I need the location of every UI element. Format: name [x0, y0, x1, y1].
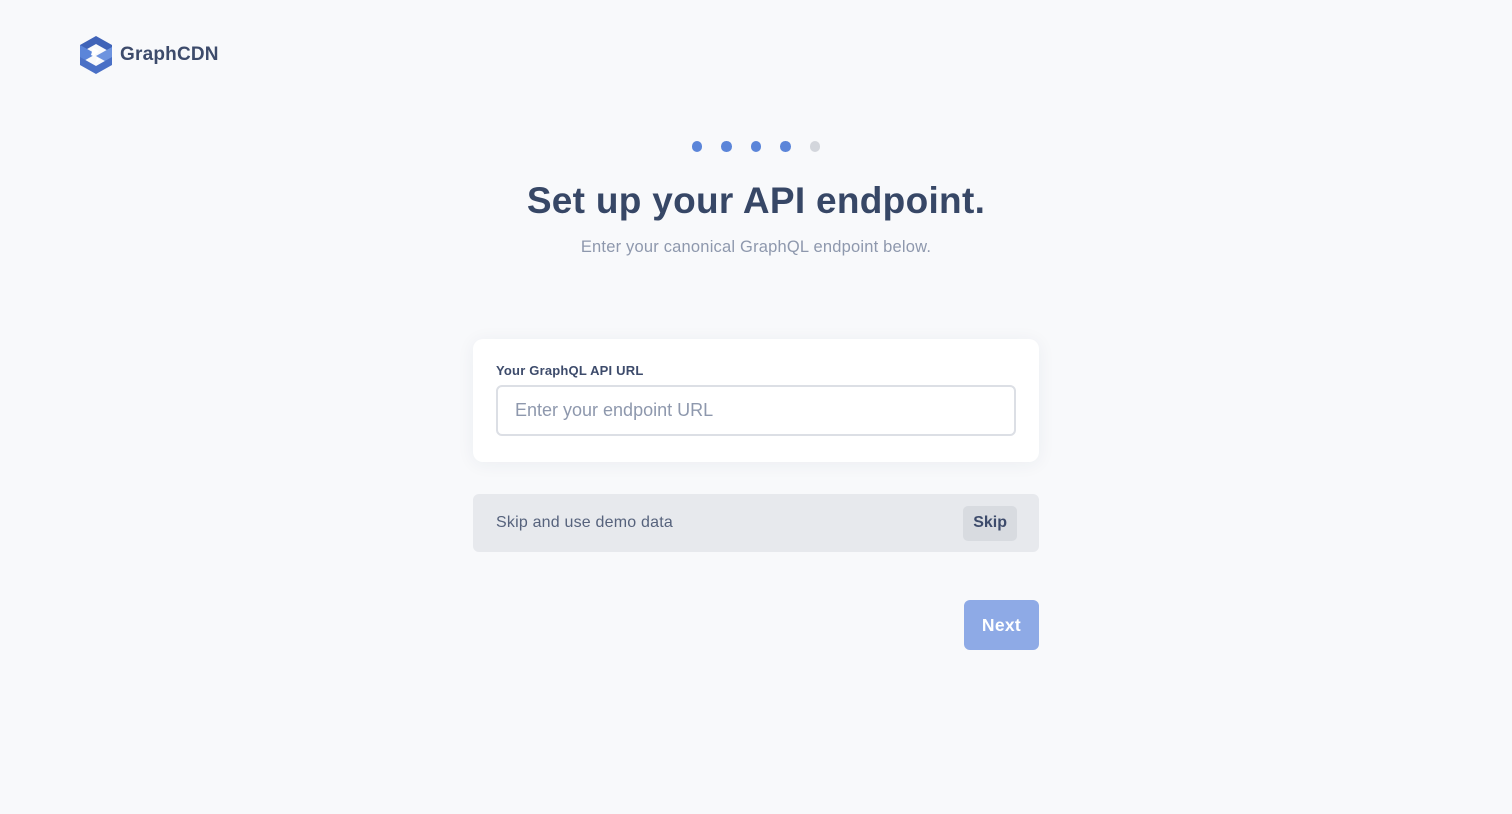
step-dot-3 — [750, 141, 762, 152]
step-dot-2 — [721, 141, 732, 152]
step-dot-4 — [780, 141, 791, 152]
page-subtitle: Enter your canonical GraphQL endpoint be… — [580, 238, 932, 256]
progress-stepper — [0, 141, 1512, 152]
step-dot-5 — [809, 141, 821, 152]
brand-name: GraphCDN — [120, 44, 219, 65]
graphcdn-logo-icon — [80, 36, 112, 74]
skip-demo-text: Skip and use demo data — [496, 514, 673, 531]
skip-button[interactable]: Skip — [963, 505, 1017, 541]
page-title: Set up your API endpoint. — [526, 180, 986, 221]
brand-logo[interactable]: GraphCDN — [78, 36, 219, 74]
endpoint-url-label: Your GraphQL API URL — [496, 363, 644, 378]
next-button[interactable]: Next — [964, 600, 1039, 650]
endpoint-url-input[interactable] — [496, 385, 1016, 436]
step-dot-1 — [691, 141, 703, 152]
skip-demo-bar: Skip and use demo data Skip — [473, 494, 1039, 552]
endpoint-card: Your GraphQL API URL — [473, 339, 1039, 462]
